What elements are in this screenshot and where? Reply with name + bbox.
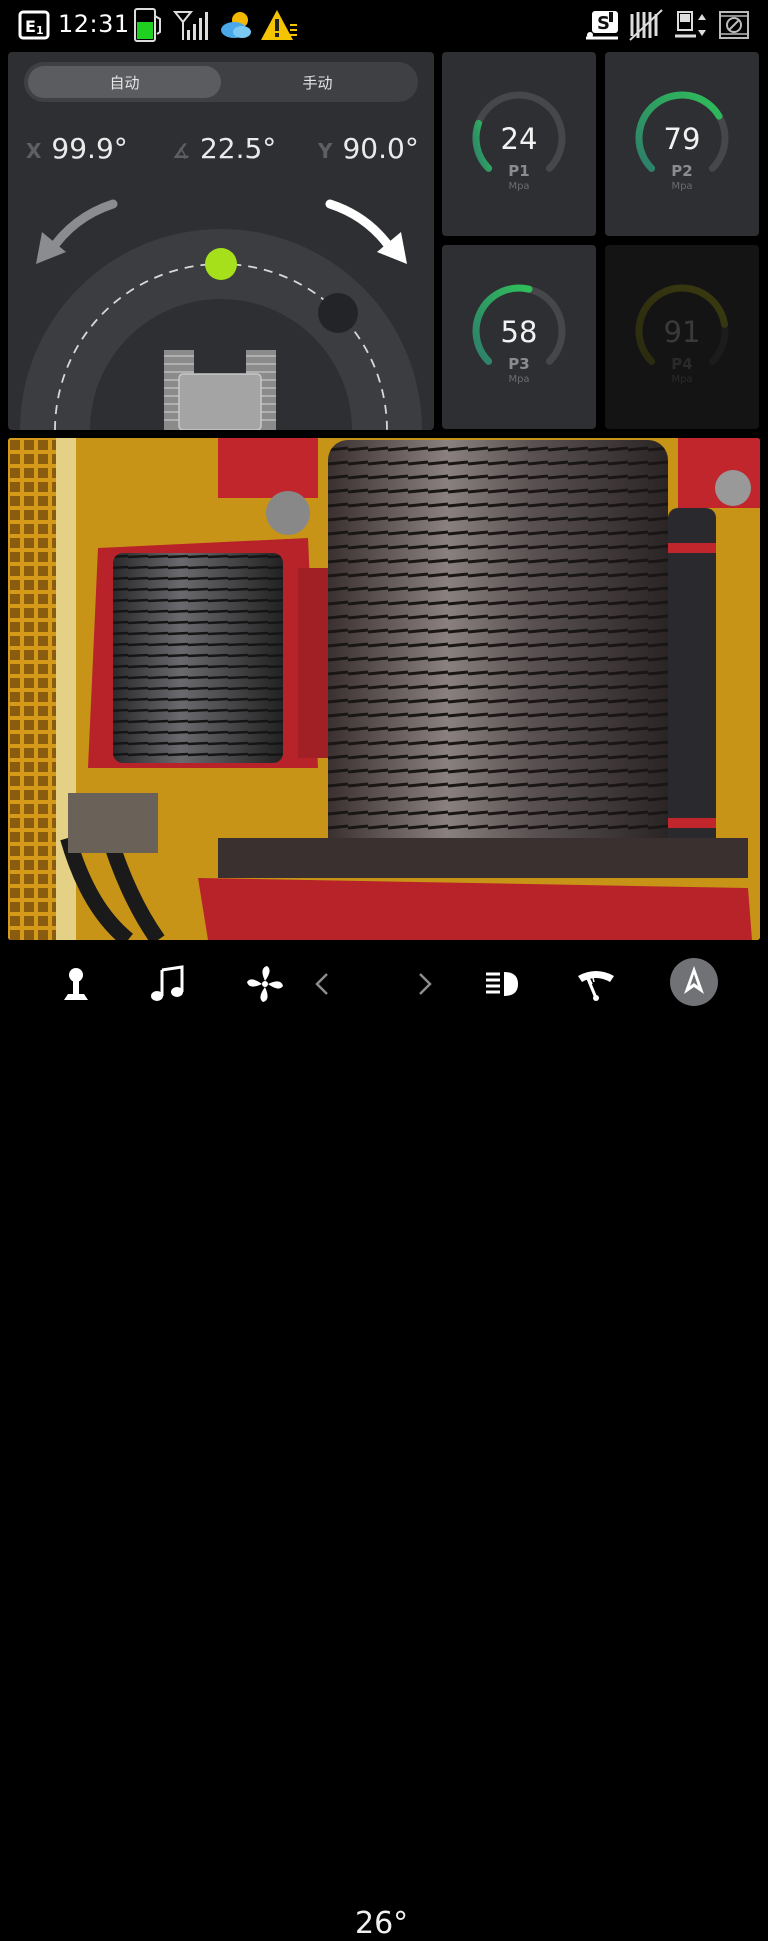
bottom-bar: 26° [0, 944, 768, 1941]
clock-time: 12:31 [58, 10, 130, 38]
home-logo-icon[interactable] [668, 956, 720, 1008]
fan-icon[interactable] [243, 962, 287, 1006]
pressure-gauge-p4: 91 P4 Mpa [605, 245, 759, 429]
gauge-value: 58 [500, 315, 538, 349]
camera-off-icon [716, 8, 752, 42]
gauge-name: P2 [671, 162, 693, 180]
svg-text:S: S [597, 13, 610, 34]
wiper-icon[interactable] [574, 962, 618, 1006]
gauge-value: 79 [663, 122, 701, 156]
camera-feed [8, 438, 760, 940]
rotation-control-panel: 自动 手动 X 99.9° ∡ 22.5° Y 90.0° [8, 52, 434, 430]
gauge-unit: Mpa [508, 181, 530, 192]
gauge-name: P1 [508, 162, 530, 180]
chevron-right-icon[interactable] [402, 962, 446, 1006]
pressure-gauge-p1: 24 P1 Mpa [442, 52, 596, 236]
gauge-unit: Mpa [508, 374, 530, 385]
rotate-left-arrow-icon[interactable] [36, 199, 118, 264]
gauge-value: 24 [500, 122, 538, 156]
status-bar: E1 12:31 S [0, 0, 768, 48]
signal-icon [172, 8, 208, 42]
position-indicator-dot[interactable] [205, 248, 237, 280]
chevron-left-icon[interactable] [301, 962, 345, 1006]
headlight-icon[interactable] [480, 962, 524, 1006]
gauge-value: 91 [663, 315, 701, 349]
svg-text:1: 1 [36, 24, 44, 37]
gauge-unit: Mpa [671, 374, 693, 385]
target-indicator-dot [318, 293, 358, 333]
engine-e1-icon: E1 [18, 10, 50, 40]
joystick-icon[interactable] [54, 962, 98, 1006]
gauge-unit: Mpa [671, 181, 693, 192]
gauge-name: P3 [508, 355, 530, 373]
mode-s-icon: S [584, 8, 620, 42]
rotate-right-arrow-icon[interactable] [325, 199, 407, 264]
pressure-gauge-p2: 79 P2 Mpa [605, 52, 759, 236]
gauge-name: P4 [671, 355, 693, 373]
temperature-value: 26° [355, 1906, 409, 1941]
fuel-icon [132, 6, 164, 42]
pressure-gauge-p3: 58 P3 Mpa [442, 245, 596, 429]
hydraulic-icon [672, 8, 712, 42]
svg-text:E: E [25, 17, 36, 36]
weather-icon [218, 8, 254, 42]
wiper-icon [628, 8, 664, 42]
music-icon[interactable] [146, 962, 190, 1006]
warning-icon [260, 8, 298, 42]
rotation-diagram [20, 199, 422, 430]
